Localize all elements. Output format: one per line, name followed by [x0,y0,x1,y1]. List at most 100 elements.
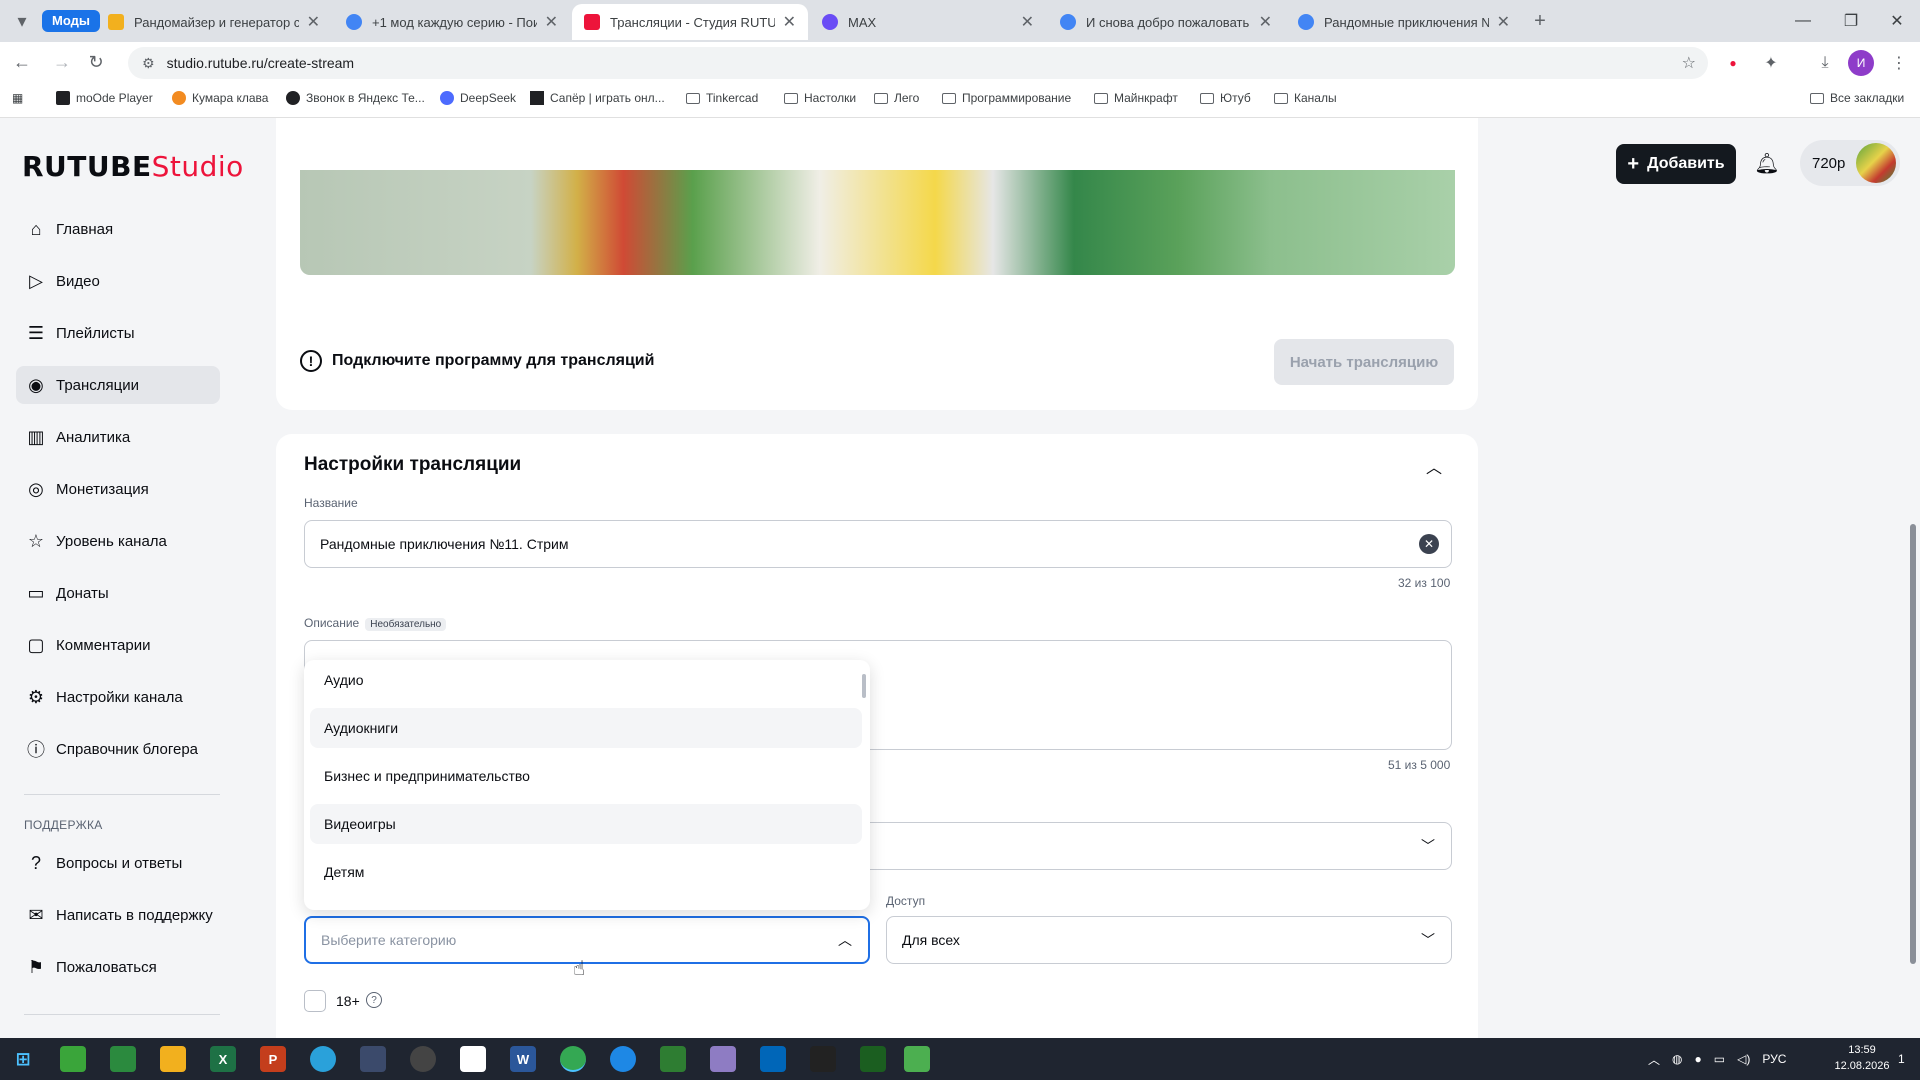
browser-menu-icon[interactable]: ⋮ [1886,50,1912,76]
bookmark-saper[interactable]: Сапёр | играть онл... [530,91,665,105]
start-stream-button[interactable]: Начать трансляцию [1274,339,1454,385]
vscode-app-icon[interactable] [760,1046,786,1072]
sidebar-item-contact-support[interactable]: ✉ Написать в поддержку [16,896,220,934]
sidebar-item-channel-settings[interactable]: ⚙ Настройки канала [16,678,220,716]
extensions-icon[interactable]: ✦ [1758,50,1784,76]
add-button[interactable]: + Добавить [1616,144,1736,184]
sidebar-item-blogger-guide[interactable]: ⓘ Справочник блогера [16,730,220,768]
bookmark-folder-channels[interactable]: Каналы [1274,91,1337,105]
bookmark-folder-nastolki[interactable]: Настолки [784,91,856,105]
page-scroll-thumb[interactable] [1910,524,1916,964]
sidebar-item-channel-level[interactable]: ☆ Уровень канала [16,522,220,560]
downloads-icon[interactable]: ⤓ [1812,50,1838,76]
category-option-videogames[interactable]: Видеоигры [310,804,862,844]
tab-search-icon[interactable]: ▾ [8,7,36,35]
notifications-bell-icon[interactable]: 🔔︎ [1754,150,1780,176]
powerpoint-app-icon[interactable]: P [260,1046,286,1072]
hex-app-icon[interactable] [860,1046,886,1072]
capcut-app-icon[interactable] [460,1046,486,1072]
messenger-app-icon[interactable] [610,1046,636,1072]
network-icon[interactable]: ◍ [1672,1052,1682,1066]
bookmark-folder-programming[interactable]: Программирование [942,91,1071,105]
apps-icon[interactable]: ▦ [12,91,23,105]
access-select[interactable]: Для всех ﹀ [886,916,1452,964]
word-app-icon[interactable]: W [510,1046,536,1072]
tab-randomizer[interactable]: Рандомайзер и генератор слу ✕ [96,4,332,40]
category-select[interactable]: Выберите категорию ︿ [304,916,870,964]
tab-search[interactable]: +1 мод каждую серию - Поис ✕ [334,4,570,40]
back-icon[interactable]: ← [8,48,36,76]
excel-app-icon[interactable]: X [210,1046,236,1072]
chrome-app-icon[interactable] [560,1046,586,1072]
tray-chevron-icon[interactable]: ︿ [1648,1051,1660,1068]
sidebar-item-analytics[interactable]: ▥ Аналитика [16,418,220,456]
windows-start-icon[interactable]: ⊞ [10,1046,36,1072]
sidebar-item-home[interactable]: ⌂ Главная [16,210,220,248]
category-option-audiobooks[interactable]: Аудиокниги [310,708,862,748]
clock[interactable]: 13:59 12.08.2026 [1830,1042,1894,1074]
cube-app-icon[interactable] [904,1046,930,1072]
bookmark-moode[interactable]: moOde Player [56,91,153,105]
sidebar-item-donations[interactable]: ▭ Донаты [16,574,220,612]
tab-rutube-studio[interactable]: Трансляции - Студия RUTUBE ✕ [572,4,808,40]
tab-max[interactable]: MAX ✕ [810,4,1046,40]
bookmark-zvonok[interactable]: Звонок в Яндекс Те... [286,91,425,105]
sidebar-item-broadcasts[interactable]: ◉ Трансляции [16,366,220,404]
age-restriction-checkbox[interactable] [304,990,326,1012]
telegram-app-icon[interactable] [310,1046,336,1072]
sidebar-item-video[interactable]: ▷ Видео [16,262,220,300]
name-input[interactable]: Рандомные приключения №11. Стрим ✕ [304,520,1452,568]
tab-welcome[interactable]: И снова добро пожаловать в ✕ [1048,4,1284,40]
close-tab-icon[interactable]: ✕ [307,12,320,32]
rutube-studio-logo[interactable]: RUTUBEStudio [22,150,244,183]
new-tab-icon[interactable]: + [1526,7,1554,35]
file-explorer-icon[interactable] [160,1046,186,1072]
tab-random-adventures[interactable]: Рандомные приключения № ✕ [1286,4,1522,40]
bookmark-kumara[interactable]: Кумара клава [172,91,268,105]
category-option-business[interactable]: Бизнес и предпринимательство [310,756,862,796]
app-icon[interactable] [660,1046,686,1072]
microphone-icon[interactable]: ● [1695,1052,1702,1066]
bookmark-star-icon[interactable]: ☆ [1682,53,1696,73]
close-tab-icon[interactable]: ✕ [783,12,796,32]
close-tab-icon[interactable]: ✕ [1497,12,1510,32]
close-window-icon[interactable]: ✕ [1874,0,1920,42]
bookmark-folder-tinkercad[interactable]: Tinkercad [686,91,758,105]
display-icon[interactable]: ▭ [1714,1052,1725,1066]
forward-icon[interactable]: → [48,48,76,76]
close-tab-icon[interactable]: ✕ [545,12,558,32]
close-tab-icon[interactable]: ✕ [1259,12,1272,32]
bookmark-folder-youtube[interactable]: Ютуб [1200,91,1251,105]
sidebar-item-playlists[interactable]: ☰ Плейлисты [16,314,220,352]
image-app-icon[interactable] [360,1046,386,1072]
question-icon[interactable]: ? [366,992,382,1008]
bookmark-folder-lego[interactable]: Лего [874,91,919,105]
terminal-app-icon[interactable] [810,1046,836,1072]
category-option-kids[interactable]: Детям [310,852,862,892]
category-option-audio[interactable]: Аудио [310,660,862,700]
sidebar-item-comments[interactable]: ▢ Комментарии [16,626,220,664]
close-tab-icon[interactable]: ✕ [1021,12,1034,32]
3d-app-icon[interactable] [710,1046,736,1072]
minecraft-app-icon[interactable] [60,1046,86,1072]
page-scrollbar[interactable] [1906,118,1920,1038]
quality-avatar-pill[interactable]: 720p [1800,140,1900,186]
bookmark-deepseek[interactable]: DeepSeek [440,91,516,105]
tab-group-label[interactable]: Моды [42,10,100,32]
all-bookmarks[interactable]: Все закладки [1810,91,1904,105]
chevron-up-icon[interactable]: ︿ [1426,454,1442,478]
calculator-app-icon[interactable] [110,1046,136,1072]
language-indicator[interactable]: РУС [1762,1052,1786,1066]
sidebar-item-faq[interactable]: ? Вопросы и ответы [16,844,220,882]
sidebar-item-monetization[interactable]: ◎ Монетизация [16,470,220,508]
clear-icon[interactable]: ✕ [1419,534,1439,554]
obs-app-icon[interactable] [410,1046,436,1072]
sidebar-item-report[interactable]: ⚑ Пожаловаться [16,948,220,986]
site-info-icon[interactable]: ⚙ [142,55,155,72]
reload-icon[interactable]: ↻ [82,48,110,76]
adblock-icon[interactable]: ● [1720,50,1746,76]
profile-avatar[interactable]: И [1848,50,1874,76]
notification-badge[interactable]: 1 [1898,1038,1905,1080]
volume-icon[interactable]: ◁) [1737,1052,1750,1066]
dropdown-scrollbar[interactable] [862,674,866,698]
